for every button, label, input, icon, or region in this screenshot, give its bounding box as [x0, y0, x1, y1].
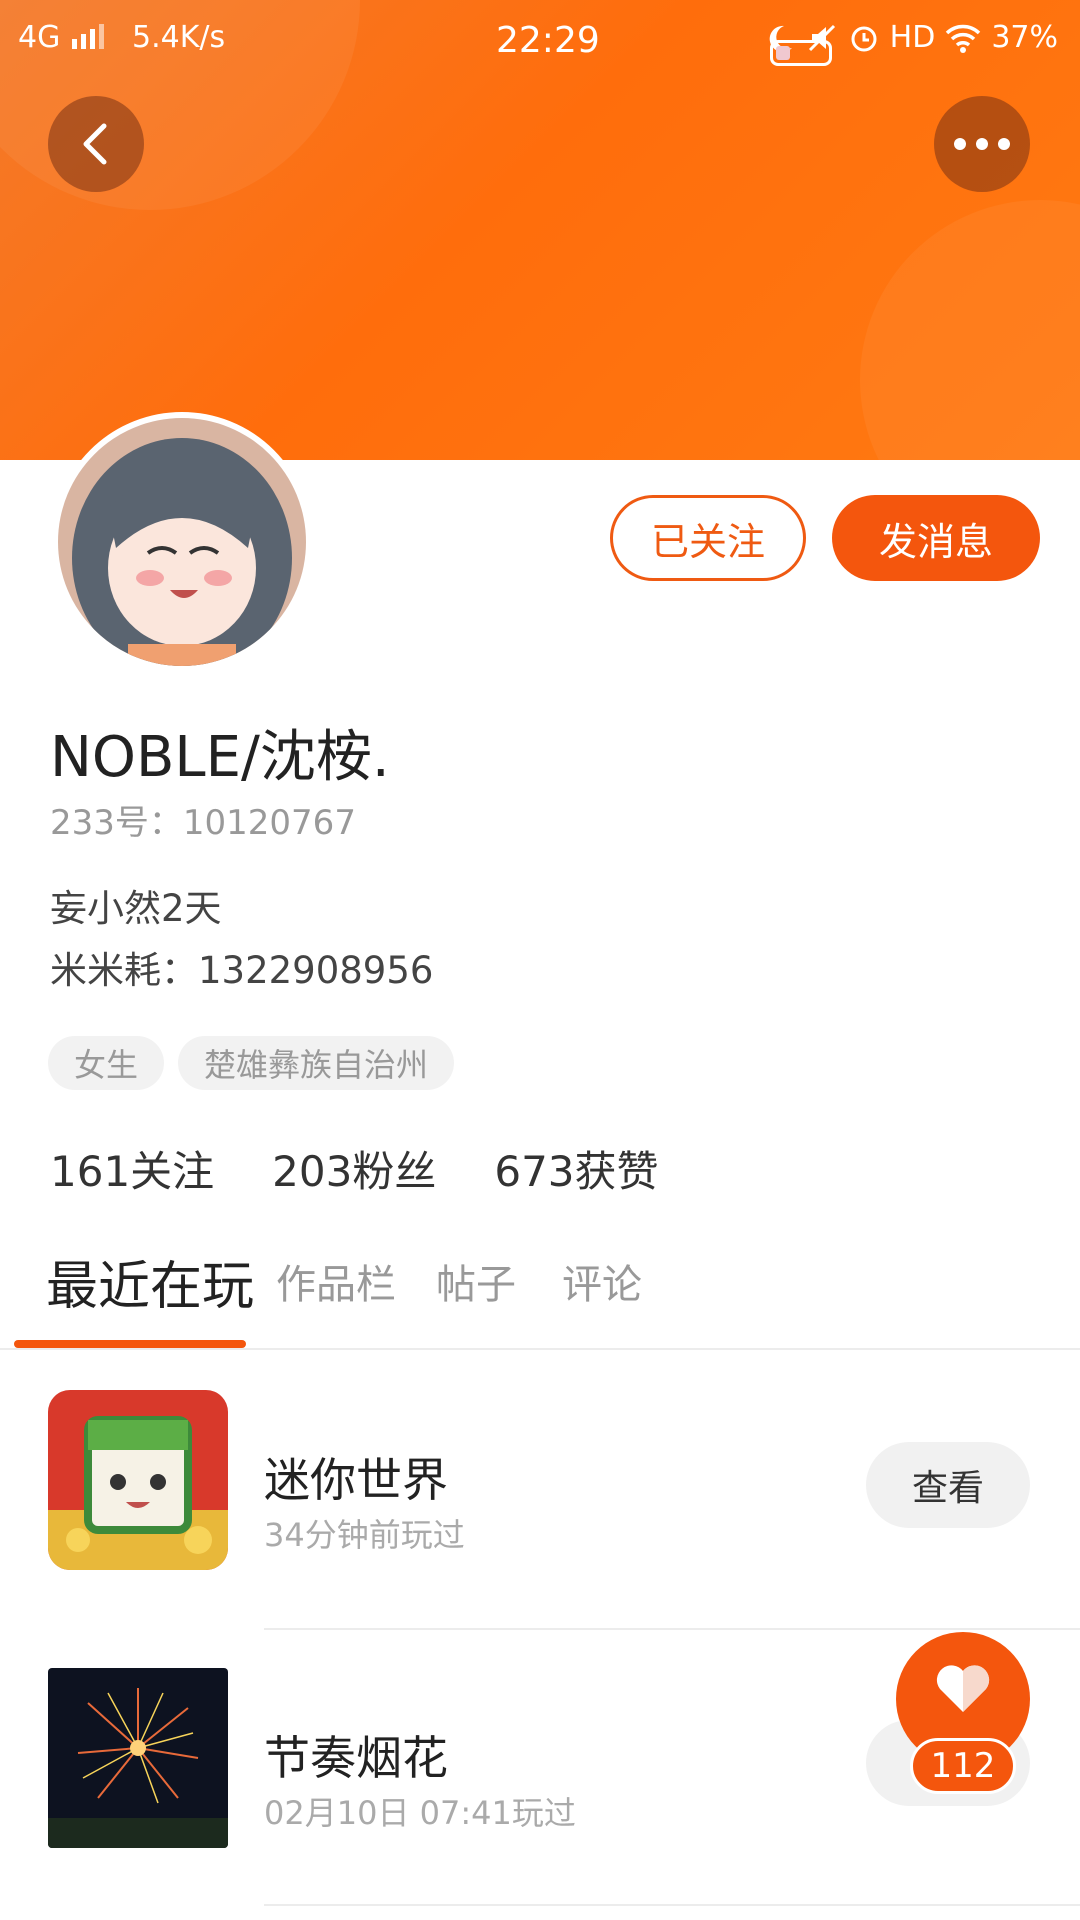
tab-posts[interactable]: 帖子 [436, 1252, 516, 1310]
gender-tag: 女生 [48, 1036, 165, 1090]
heart-icon [936, 1665, 990, 1712]
alarm-icon [851, 26, 877, 51]
profile-stats: 161关注 203粉丝 673获赞 [50, 1138, 659, 1199]
username: NOBLE/沈桉. [50, 725, 390, 790]
tab-works[interactable]: 作品栏 [276, 1252, 396, 1310]
location-tag: 楚雄彝族自治州 [178, 1036, 455, 1090]
network-speed: 5.4K/s [132, 20, 226, 55]
game-icon [48, 1668, 228, 1848]
last-played: 34分钟前玩过 [264, 1516, 465, 1554]
battery-icon [769, 40, 832, 66]
last-played: 02月10日 07:41玩过 [264, 1794, 576, 1832]
tab-recently-played[interactable]: 最近在玩 [46, 1244, 254, 1319]
more-dots-icon [954, 138, 1010, 150]
tab-comments[interactable]: 评论 [562, 1252, 642, 1310]
game-title: 迷你世界 [264, 1453, 448, 1507]
fans-count[interactable]: 203粉丝 [272, 1138, 436, 1199]
back-button[interactable] [48, 96, 144, 192]
more-options-button[interactable] [934, 96, 1030, 192]
profile-tags: 女生 楚雄彝族自治州 [48, 1036, 455, 1090]
following-count[interactable]: 161关注 [50, 1138, 214, 1199]
signal-icon [71, 24, 104, 49]
battery-percent: 37% [991, 20, 1058, 55]
banner-decoration [860, 200, 1080, 460]
send-message-button[interactable]: 发消息 [832, 495, 1040, 581]
hd-indicator: HD [889, 20, 936, 55]
active-tab-indicator [14, 1340, 246, 1348]
avatar[interactable] [52, 412, 312, 672]
chevron-left-icon [83, 123, 107, 165]
clock: 22:29 [496, 20, 600, 61]
avatar-illustration [58, 418, 306, 666]
game-icon [48, 1390, 228, 1570]
likes-count: 673获赞 [494, 1147, 659, 1196]
game-title: 节奏烟花 [264, 1731, 448, 1785]
bio-line: 妄小然2天 [50, 887, 222, 930]
divider [0, 1348, 1080, 1350]
status-icons: HD 37% [764, 20, 1058, 66]
divider [264, 1628, 1080, 1630]
profile-tabs: 最近在玩 作品栏 帖子 评论 [0, 1240, 1080, 1350]
divider [264, 1904, 1080, 1906]
network-indicator: 4G [18, 20, 110, 55]
list-item[interactable]: 迷你世界 34分钟前玩过 查看 [0, 1390, 1080, 1590]
view-button[interactable]: 查看 [866, 1442, 1030, 1528]
followed-button[interactable]: 已关注 [610, 495, 806, 581]
wifi-icon [946, 24, 981, 53]
user-id: 233号：10120767 [50, 803, 356, 843]
like-count: 112 [910, 1738, 1016, 1794]
status-bar: 4G 5.4K/s 22:29 HD 37% [0, 0, 1080, 76]
bio-line: 米米耗：1322908956 [50, 949, 434, 992]
